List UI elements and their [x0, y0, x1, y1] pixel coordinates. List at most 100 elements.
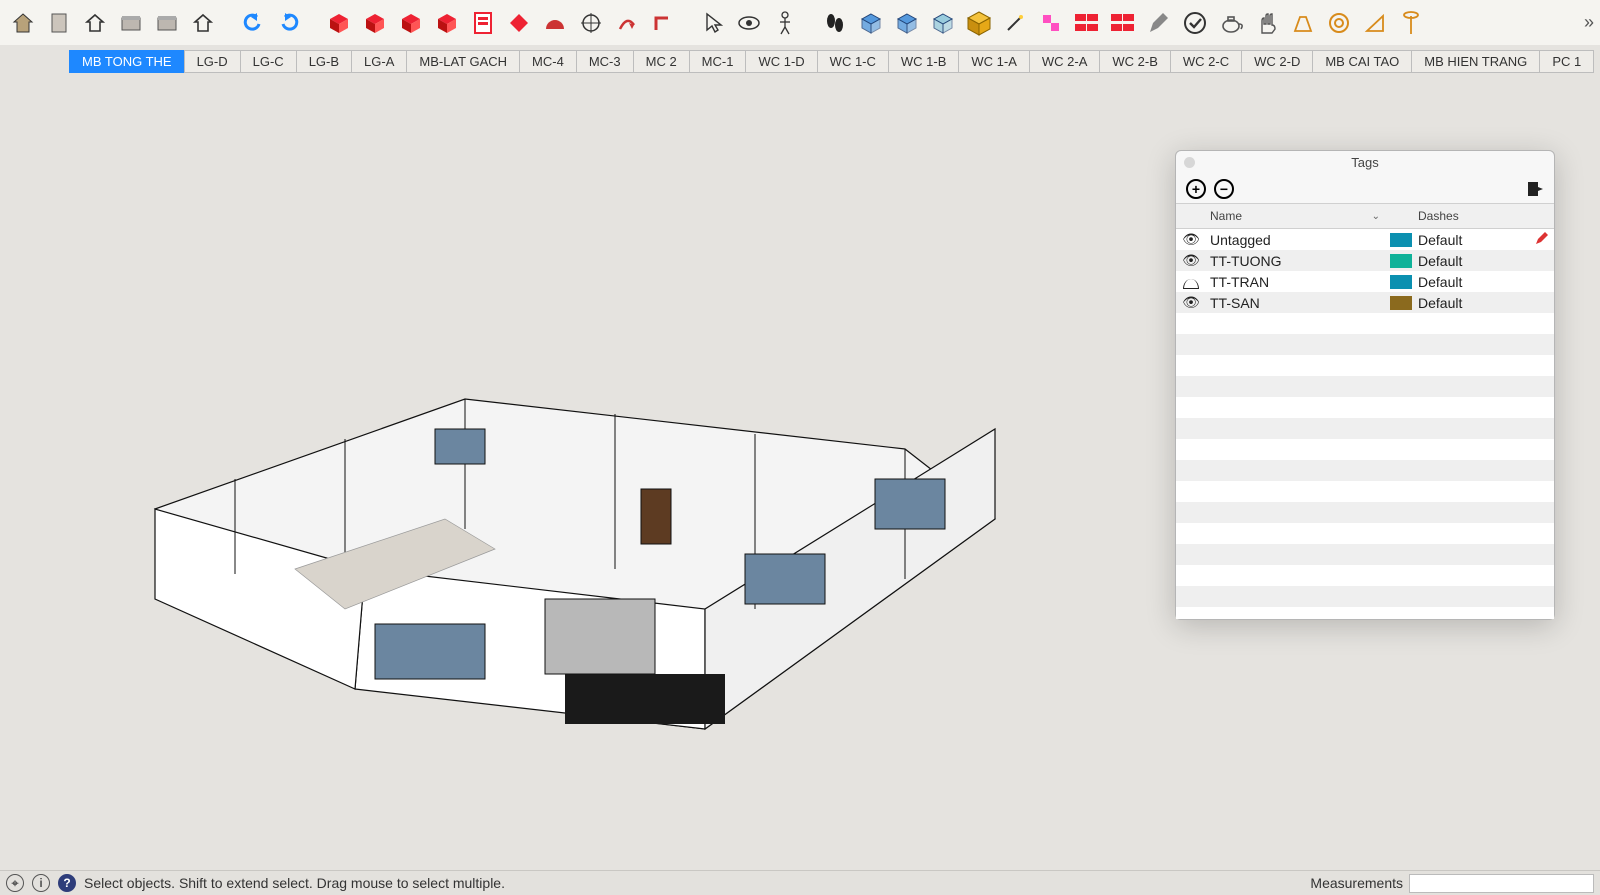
scene-tab-lg-a[interactable]: LG-A — [351, 50, 407, 73]
cube-blue-icon[interactable] — [856, 8, 886, 38]
triangle-icon[interactable] — [1360, 8, 1390, 38]
tag-name[interactable]: Untagged — [1206, 232, 1390, 248]
cube-light-icon[interactable] — [928, 8, 958, 38]
tag-row[interactable]: TT-TUONG Default — [1176, 250, 1554, 271]
help-icon[interactable]: ? — [58, 874, 76, 892]
material-green-icon[interactable] — [360, 8, 390, 38]
wand-icon[interactable] — [1000, 8, 1030, 38]
tag-dashes[interactable]: Default — [1412, 253, 1530, 269]
undo-icon[interactable] — [238, 8, 268, 38]
scene-tab-lg-c[interactable]: LG-C — [240, 50, 297, 73]
visibility-toggle[interactable] — [1176, 294, 1206, 311]
folder-icon[interactable] — [116, 8, 146, 38]
tag-name[interactable]: TT-TUONG — [1206, 253, 1390, 269]
house-outline-icon[interactable] — [188, 8, 218, 38]
eye-icon[interactable] — [734, 8, 764, 38]
scene-tabs: MB TONG THELG-DLG-CLG-BLG-AMB-LAT GACHMC… — [0, 48, 1600, 74]
scene-tab-wc-2-c[interactable]: WC 2-C — [1170, 50, 1242, 73]
refresh-material-icon[interactable] — [396, 8, 426, 38]
scene-tab-mb-cai-tao[interactable]: MB CAI TAO — [1312, 50, 1412, 73]
tag-dashes[interactable]: Default — [1412, 274, 1530, 290]
pen-icon[interactable] — [1144, 8, 1174, 38]
scene-tab-mc-4[interactable]: MC-4 — [519, 50, 577, 73]
target-icon[interactable] — [576, 8, 606, 38]
close-icon[interactable] — [1184, 157, 1195, 168]
scene-tab-mc-1[interactable]: MC-1 — [689, 50, 747, 73]
diamond-red-icon[interactable] — [504, 8, 534, 38]
tag-color-swatch[interactable] — [1390, 254, 1412, 268]
tags-panel-titlebar[interactable]: Tags — [1176, 151, 1554, 175]
scene-tab-lg-b[interactable]: LG-B — [296, 50, 352, 73]
tag-dashes[interactable]: Default — [1412, 295, 1530, 311]
ring-icon[interactable] — [1324, 8, 1354, 38]
geolocation-icon[interactable]: ⌖ — [6, 874, 24, 892]
open-icon[interactable] — [44, 8, 74, 38]
scene-tab-mc-3[interactable]: MC-3 — [576, 50, 634, 73]
cube-down-icon[interactable] — [892, 8, 922, 38]
box-icon[interactable] — [152, 8, 182, 38]
tag-row[interactable]: TT-TRAN Default — [1176, 271, 1554, 292]
tags-menu-icon[interactable] — [1526, 180, 1544, 198]
column-name[interactable]: Name ⌄ — [1206, 209, 1386, 223]
check-circle-icon[interactable] — [1180, 8, 1210, 38]
visibility-toggle[interactable] — [1176, 252, 1206, 269]
bricks-icon[interactable] — [1072, 8, 1102, 38]
teapot-icon[interactable] — [1216, 8, 1246, 38]
scene-tab-wc-2-b[interactable]: WC 2-B — [1099, 50, 1171, 73]
motion-icon[interactable] — [612, 8, 642, 38]
toolbar-overflow-icon[interactable]: » — [1584, 12, 1594, 33]
scene-tab-wc-1-d[interactable]: WC 1-D — [745, 50, 817, 73]
perspective-icon[interactable] — [1288, 8, 1318, 38]
main-toolbar — [0, 0, 1600, 45]
corner-icon[interactable] — [648, 8, 678, 38]
bricks-arrow-icon[interactable] — [1108, 8, 1138, 38]
scene-tab-mb-tong-the[interactable]: MB TONG THE — [69, 50, 185, 73]
tag-color-swatch[interactable] — [1390, 233, 1412, 247]
tag-name[interactable]: TT-SAN — [1206, 295, 1390, 311]
tag-color-swatch[interactable] — [1390, 275, 1412, 289]
status-bar: ⌖ i ? Select objects. Shift to extend se… — [0, 870, 1600, 895]
scene-tab-mc-2[interactable]: MC 2 — [633, 50, 690, 73]
scene-tab-pc-1[interactable]: PC 1 — [1539, 50, 1594, 73]
document-red-icon[interactable] — [468, 8, 498, 38]
figure-icon[interactable] — [770, 8, 800, 38]
redo-icon[interactable] — [274, 8, 304, 38]
tag-name[interactable]: TT-TRAN — [1206, 274, 1390, 290]
scene-tab-wc-2-a[interactable]: WC 2-A — [1029, 50, 1101, 73]
scene-tab-mb-lat-gach[interactable]: MB-LAT GACH — [406, 50, 520, 73]
tag-row[interactable]: Untagged Default — [1176, 229, 1554, 250]
pin-icon[interactable] — [1396, 8, 1426, 38]
credits-icon[interactable]: i — [32, 874, 50, 892]
tag-color-swatch[interactable] — [1390, 296, 1412, 310]
edit-icon[interactable] — [1530, 231, 1554, 248]
cube-gold-icon[interactable] — [964, 8, 994, 38]
scene-tab-lg-d[interactable]: LG-D — [184, 50, 241, 73]
tags-header-row: Name ⌄ Dashes — [1176, 203, 1554, 229]
measurements-input[interactable] — [1409, 874, 1594, 893]
material-red-icon[interactable] — [324, 8, 354, 38]
visibility-toggle[interactable] — [1176, 274, 1206, 290]
pink-boxes-icon[interactable] — [1036, 8, 1066, 38]
tags-list: Untagged Default TT-TUONG Default TT-TRAN Def… — [1176, 229, 1554, 619]
model-placeholder — [145, 309, 1025, 759]
tags-panel[interactable]: Tags + − Name ⌄ Dashes UntaggedDefaultTT… — [1175, 150, 1555, 620]
tags-toolbar: + − — [1176, 175, 1554, 203]
cursor-icon[interactable] — [698, 8, 728, 38]
scene-tab-wc-1-b[interactable]: WC 1-B — [888, 50, 960, 73]
scene-tab-wc-1-c[interactable]: WC 1-C — [817, 50, 889, 73]
home-icon[interactable] — [80, 8, 110, 38]
tag-row[interactable]: TT-SAN Default — [1176, 292, 1554, 313]
footprints-icon[interactable] — [820, 8, 850, 38]
scene-tab-wc-2-d[interactable]: WC 2-D — [1241, 50, 1313, 73]
model-icon[interactable] — [8, 8, 38, 38]
hand-icon[interactable] — [1252, 8, 1282, 38]
semi-circle-icon[interactable] — [540, 8, 570, 38]
remove-tag-button[interactable]: − — [1214, 179, 1234, 199]
column-dashes[interactable]: Dashes — [1414, 209, 1530, 223]
scene-tab-mb-hien-trang[interactable]: MB HIEN TRANG — [1411, 50, 1540, 73]
delete-material-icon[interactable] — [432, 8, 462, 38]
scene-tab-wc-1-a[interactable]: WC 1-A — [958, 50, 1030, 73]
visibility-toggle[interactable] — [1176, 231, 1206, 248]
add-tag-button[interactable]: + — [1186, 179, 1206, 199]
tag-dashes[interactable]: Default — [1412, 232, 1530, 248]
